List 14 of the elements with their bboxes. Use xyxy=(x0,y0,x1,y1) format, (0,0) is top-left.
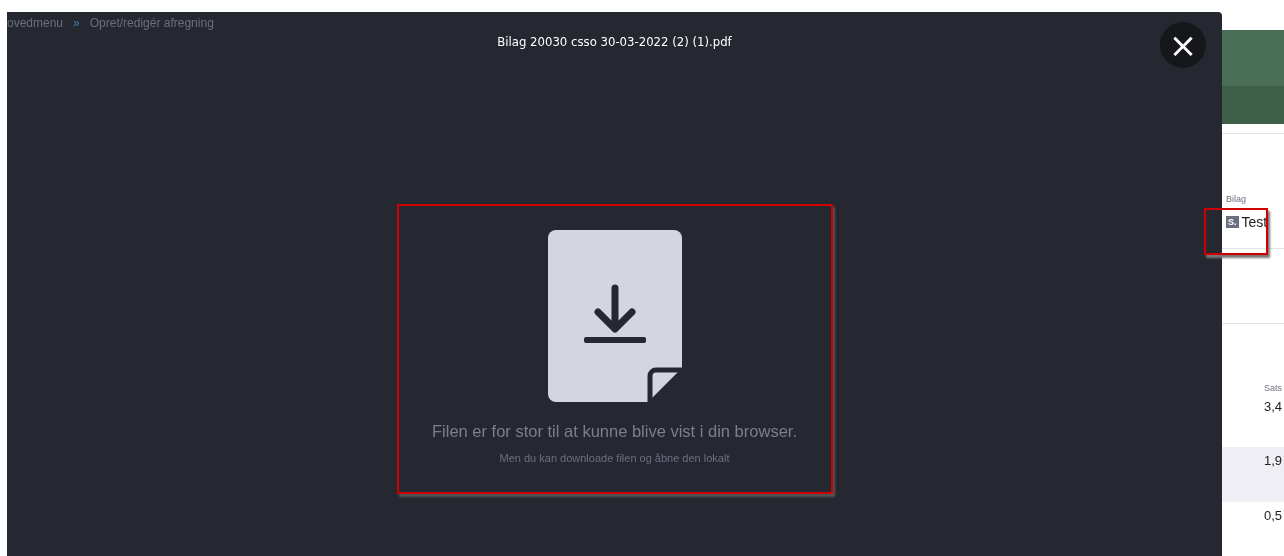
attachment-link[interactable]: Test xyxy=(1241,213,1268,230)
table-cell-text: 0,5 xyxy=(1263,506,1284,525)
breadcrumb-separator: » xyxy=(73,16,80,30)
file-title: Bilag 20030 csso 30-03-2022 (2) (1).pdf xyxy=(497,34,732,49)
highlight-frame xyxy=(1204,208,1268,255)
error-message: Filen er for stor til at kunne blive vist i din browser. xyxy=(432,422,797,441)
close-button[interactable]: × xyxy=(1160,22,1206,68)
column-header: Sats xyxy=(1263,382,1283,393)
table-cell-text: 3,4 xyxy=(1263,397,1284,416)
field-label: Bilag xyxy=(1226,193,1246,204)
download-file-icon xyxy=(547,230,682,402)
table-cell: 1,9 xyxy=(1222,447,1284,502)
document-icon: S. xyxy=(1226,215,1239,228)
download-hint: Men du kan downloade filen og åbne den lokalt xyxy=(499,452,730,464)
